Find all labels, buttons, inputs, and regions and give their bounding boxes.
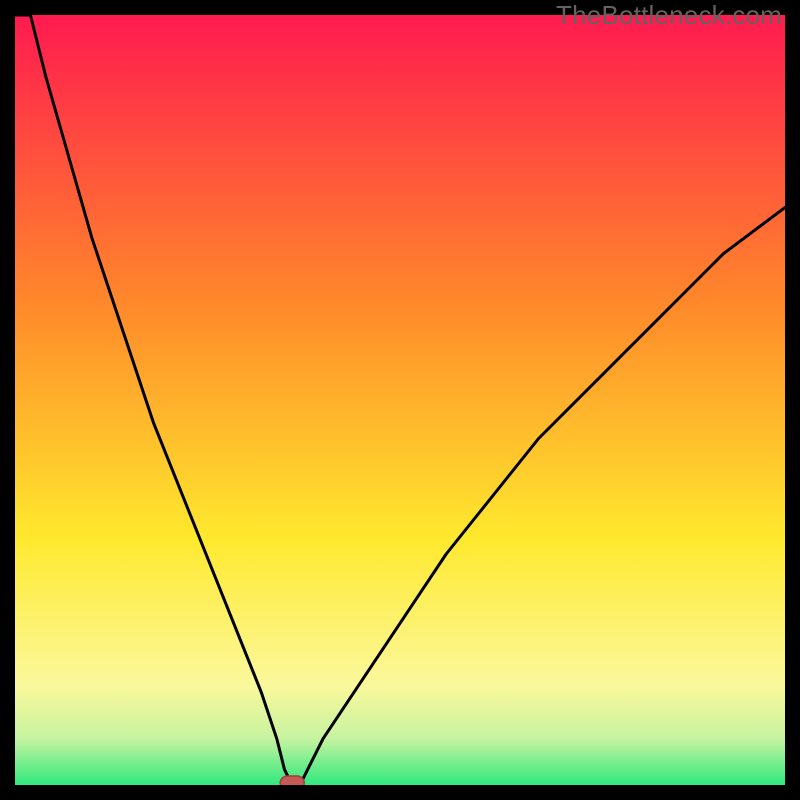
gradient-background <box>15 15 785 785</box>
chart-frame <box>15 15 785 785</box>
watermark-text: TheBottleneck.com <box>556 0 782 31</box>
bottleneck-chart <box>15 15 785 785</box>
optimum-marker <box>280 776 304 785</box>
